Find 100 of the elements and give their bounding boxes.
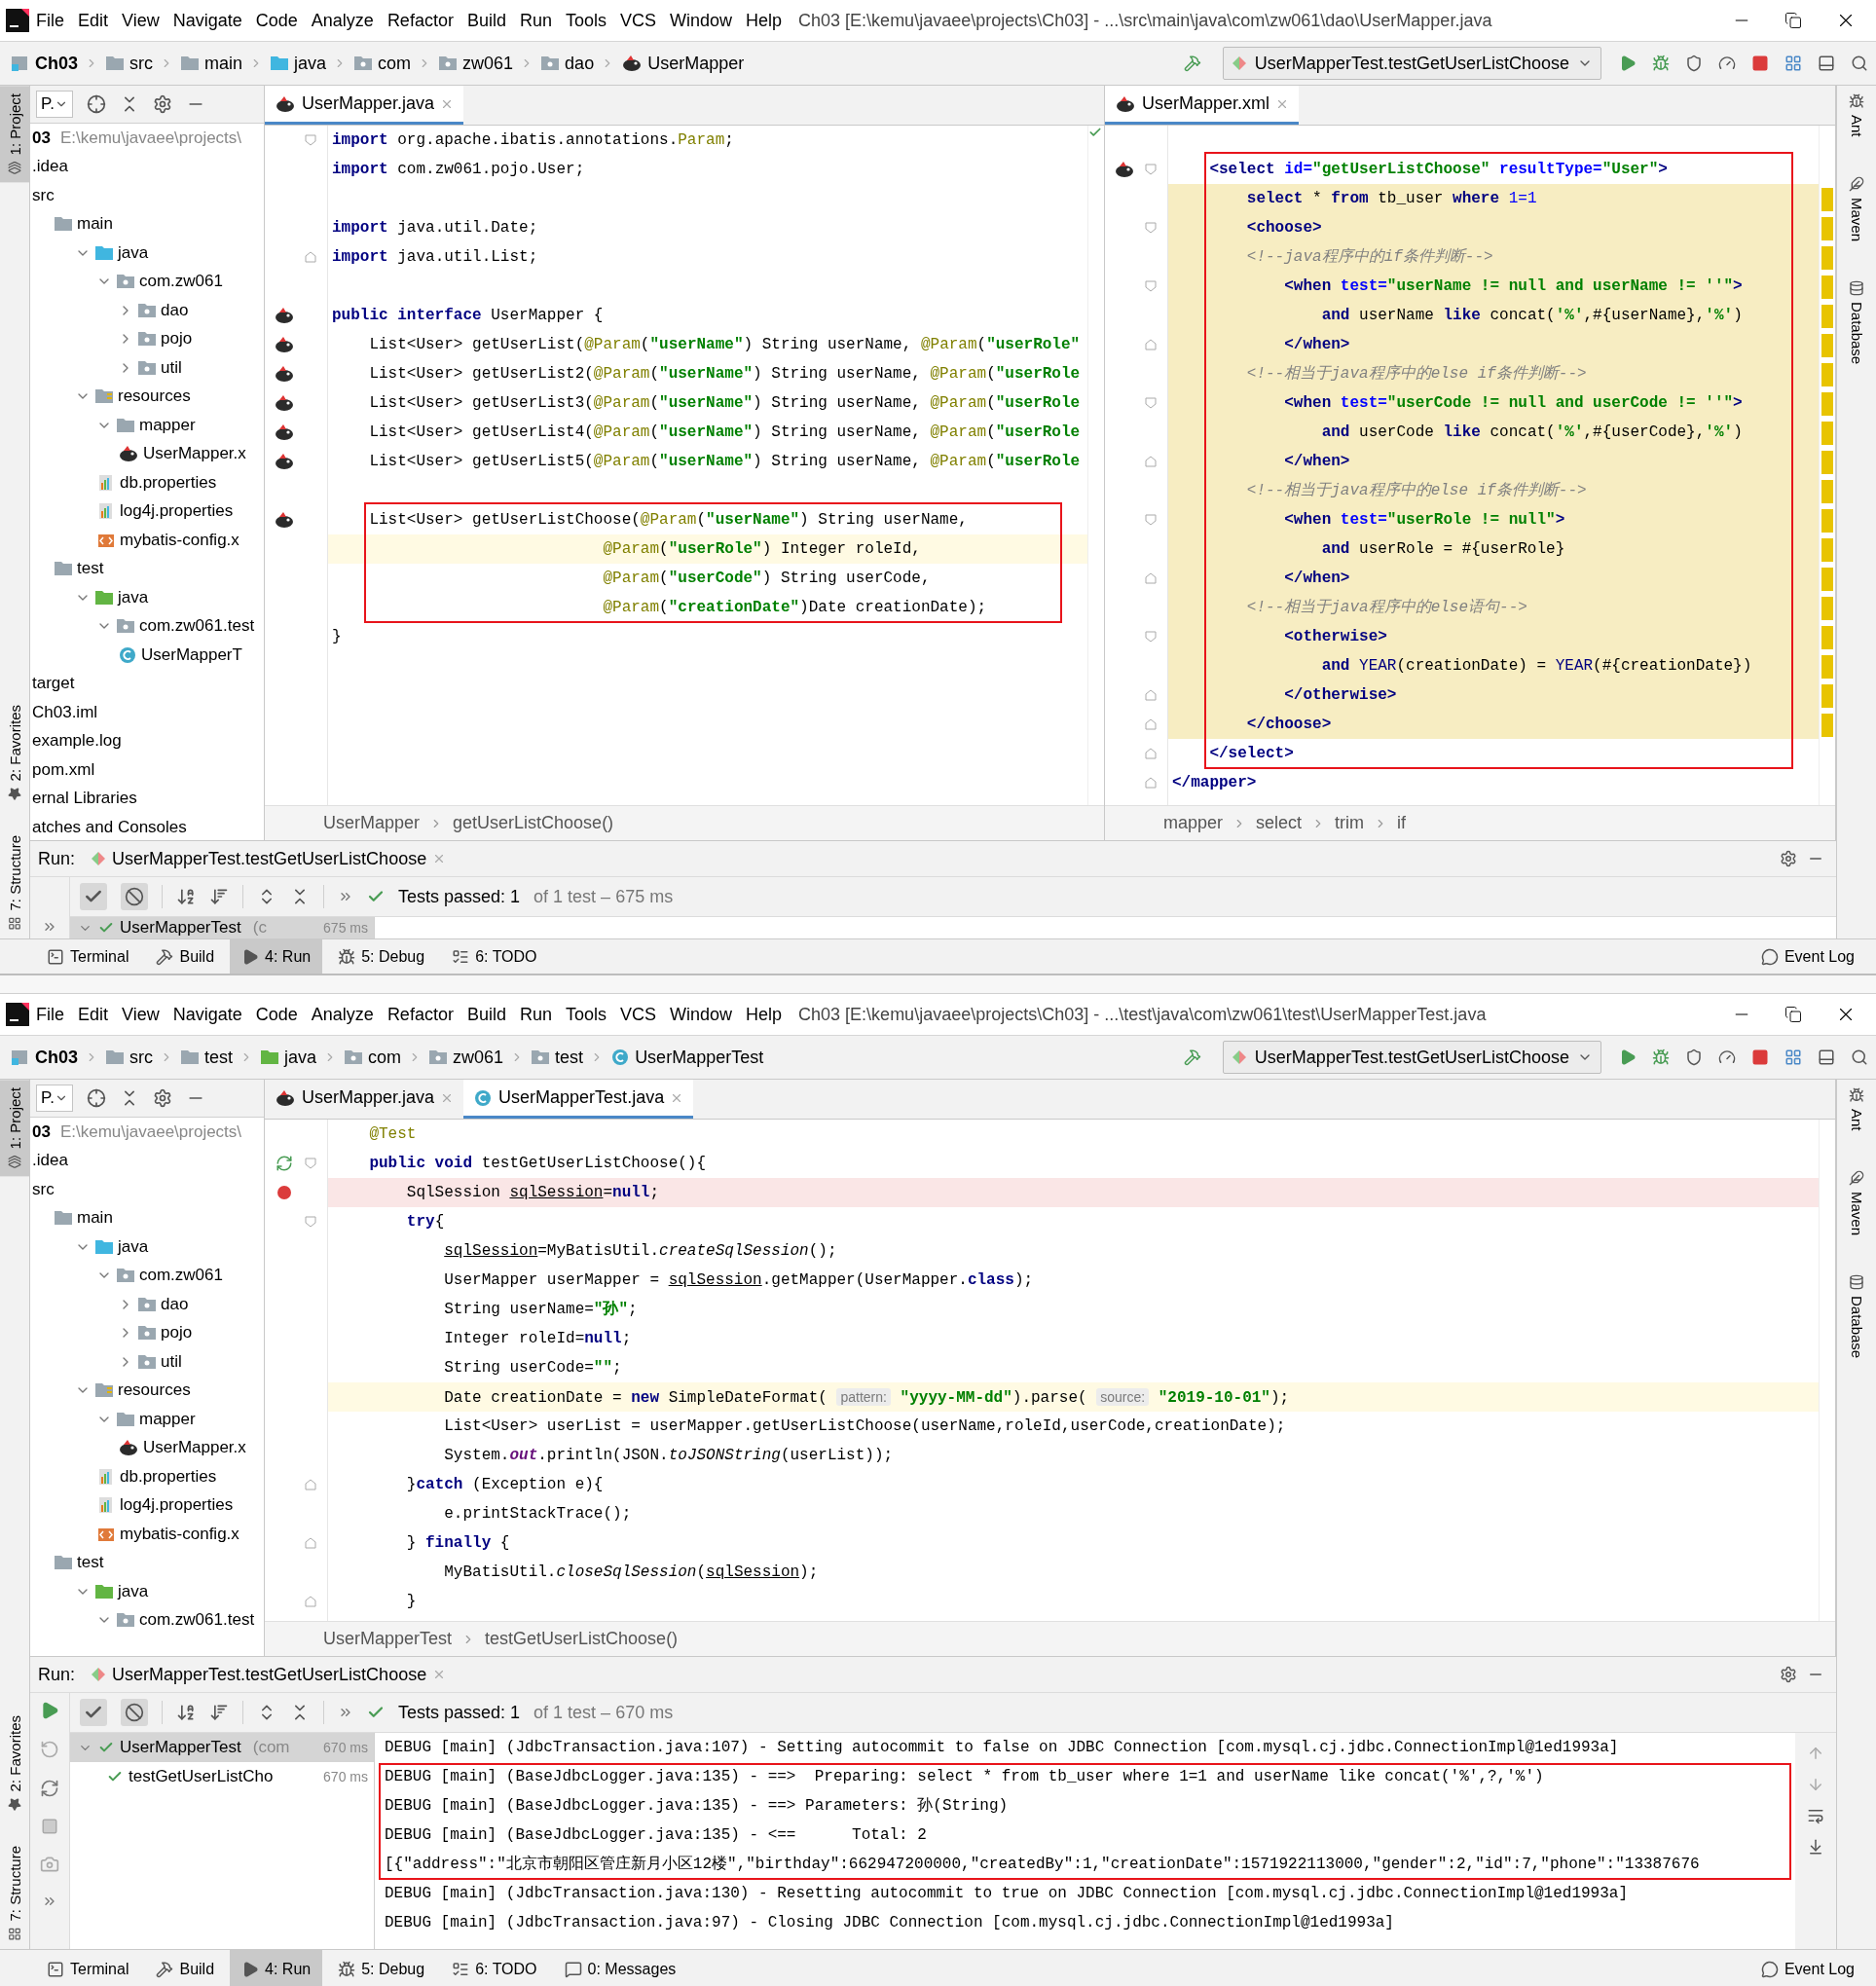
menu-item[interactable]: Run bbox=[512, 10, 559, 31]
tool-window-tab[interactable]: Terminal bbox=[35, 939, 141, 974]
tree-item[interactable]: resources bbox=[30, 1376, 264, 1405]
menu-item[interactable]: Tools bbox=[558, 1004, 613, 1025]
grid-icon[interactable] bbox=[1784, 1048, 1802, 1066]
tree-item[interactable]: java bbox=[30, 583, 264, 612]
menu-item[interactable]: Build bbox=[460, 10, 513, 31]
grid-icon[interactable] bbox=[1784, 55, 1802, 72]
breadcrumb[interactable]: java bbox=[257, 1047, 320, 1068]
tree-item[interactable]: log4j.properties bbox=[30, 1490, 264, 1520]
bug-icon[interactable] bbox=[1652, 55, 1670, 72]
breadcrumb[interactable]: if bbox=[1397, 813, 1407, 833]
tool-window-tab[interactable]: Maven bbox=[1837, 167, 1876, 249]
sort-icon[interactable] bbox=[209, 887, 229, 906]
tree-item[interactable]: Ch03.iml bbox=[30, 698, 264, 727]
tool-window-tab[interactable]: Event Log bbox=[1748, 939, 1866, 974]
menu-item[interactable]: Build bbox=[460, 1004, 513, 1025]
toggle-button[interactable] bbox=[121, 1699, 148, 1726]
editor-tab[interactable]: UserMapper.java bbox=[265, 1080, 464, 1119]
tree-item[interactable]: main bbox=[30, 209, 264, 239]
menu-item[interactable]: Code bbox=[248, 10, 305, 31]
tool-window-tab[interactable]: 4: Run bbox=[230, 1950, 323, 1986]
breadcrumb[interactable]: src bbox=[102, 1047, 156, 1068]
stop-icon[interactable] bbox=[41, 1818, 58, 1835]
tree-item[interactable]: pojo bbox=[30, 1318, 264, 1347]
tool-window-tab[interactable]: Ant bbox=[1837, 86, 1876, 145]
tool-window-tab[interactable]: 7: Structure bbox=[0, 828, 29, 938]
tree-item[interactable]: db.properties bbox=[30, 1462, 264, 1491]
toggle-button[interactable] bbox=[80, 883, 107, 910]
sort-icon[interactable] bbox=[209, 1703, 229, 1722]
breadcrumb[interactable]: test bbox=[177, 1047, 237, 1068]
breadcrumb[interactable]: src bbox=[102, 53, 156, 74]
menu-item[interactable]: File bbox=[29, 10, 71, 31]
scroll-end-icon[interactable] bbox=[1807, 1838, 1824, 1856]
bug-icon[interactable] bbox=[1652, 1048, 1670, 1066]
breadcrumb[interactable]: dao bbox=[537, 53, 598, 74]
tool-window-tab[interactable]: Ant bbox=[1837, 1080, 1876, 1139]
shield-icon[interactable] bbox=[1685, 55, 1703, 72]
run-icon[interactable] bbox=[276, 1155, 293, 1172]
menu-item[interactable]: Edit bbox=[71, 1004, 116, 1025]
tree-item[interactable]: mybatis-config.x bbox=[30, 526, 264, 555]
tool-window-tab[interactable]: Build bbox=[144, 939, 227, 974]
menu-item[interactable]: Refactor bbox=[380, 10, 460, 31]
tree-item[interactable]: dao bbox=[30, 1290, 264, 1319]
tree-item[interactable]: .idea bbox=[30, 152, 264, 181]
breadcrumb[interactable]: com bbox=[341, 1047, 405, 1068]
rerun-icon[interactable] bbox=[40, 1740, 59, 1759]
tree-item[interactable]: src bbox=[30, 1175, 264, 1204]
editor-tab[interactable]: UserMapper.java bbox=[265, 86, 464, 125]
tree-item[interactable]: log4j.properties bbox=[30, 496, 264, 526]
tree-item[interactable]: com.zw061 bbox=[30, 1261, 264, 1290]
restore-icon[interactable] bbox=[1784, 12, 1802, 29]
breadcrumb[interactable]: Ch03 bbox=[8, 53, 81, 74]
tool-window-tab[interactable]: 2: Favorites bbox=[0, 1708, 29, 1820]
test-item[interactable]: testGetUserListCho 670 ms bbox=[70, 1762, 374, 1791]
settings-icon[interactable] bbox=[152, 94, 172, 114]
breadcrumb[interactable]: java bbox=[267, 53, 330, 74]
tree-item[interactable]: src bbox=[30, 181, 264, 210]
breakpoint-icon[interactable] bbox=[275, 1184, 294, 1201]
tool-window-tab[interactable]: 7: Structure bbox=[0, 1838, 29, 1949]
run-configuration[interactable]: UserMapperTest.testGetUserListChoose bbox=[1222, 47, 1601, 80]
window-icon[interactable] bbox=[1818, 55, 1835, 72]
menu-item[interactable]: Run bbox=[512, 1004, 559, 1025]
editor-tab[interactable]: UserMapperTest.java bbox=[463, 1080, 694, 1119]
tool-window-tab[interactable]: 1: Project bbox=[0, 86, 29, 183]
tool-window-tab[interactable]: 5: Debug bbox=[326, 1950, 437, 1986]
menu-item[interactable]: Navigate bbox=[166, 1004, 249, 1025]
menu-item[interactable]: Analyze bbox=[304, 1004, 381, 1025]
window-icon[interactable] bbox=[1818, 1048, 1835, 1066]
crosshair-icon[interactable] bbox=[86, 94, 106, 114]
tree-item[interactable]: atches and Consoles bbox=[30, 813, 264, 840]
menu-item[interactable]: File bbox=[29, 1004, 71, 1025]
settings-icon[interactable] bbox=[152, 1088, 172, 1108]
tree-item[interactable]: mapper bbox=[30, 411, 264, 440]
breadcrumb[interactable]: getUserListChoose() bbox=[453, 813, 614, 833]
tool-window-tab[interactable]: 5: Debug bbox=[326, 939, 437, 974]
menu-item[interactable]: View bbox=[115, 10, 166, 31]
tool-window-tab[interactable]: 4: Run bbox=[230, 939, 323, 974]
menu-item[interactable]: Navigate bbox=[166, 10, 249, 31]
breadcrumb[interactable]: zw061 bbox=[425, 1047, 507, 1068]
tree-item[interactable]: 03 E:\kemu\javaee\projects\ bbox=[30, 1118, 264, 1147]
editor-tab[interactable]: UserMapper.xml bbox=[1105, 86, 1300, 125]
breadcrumb[interactable]: test bbox=[528, 1047, 587, 1068]
toggle-button[interactable] bbox=[121, 883, 148, 910]
hammer-icon[interactable] bbox=[1183, 55, 1201, 72]
tool-window-tab[interactable]: Build bbox=[144, 1950, 227, 1986]
camera-icon[interactable] bbox=[40, 1855, 59, 1874]
breadcrumb[interactable]: UserMapper bbox=[618, 53, 748, 74]
tool-window-tab[interactable]: Maven bbox=[1837, 1161, 1876, 1243]
tool-window-tab[interactable]: 6: TODO bbox=[440, 939, 549, 974]
breadcrumb[interactable]: Ch03 bbox=[8, 1047, 81, 1068]
tree-item[interactable]: mybatis-config.x bbox=[30, 1520, 264, 1549]
tree-item[interactable]: db.properties bbox=[30, 468, 264, 497]
tree-item[interactable]: java bbox=[30, 1577, 264, 1606]
test-item[interactable]: UserMapperTest (com 670 ms bbox=[70, 1733, 374, 1762]
tool-window-tab[interactable]: 0: Messages bbox=[552, 1950, 688, 1986]
tree-item[interactable]: pom.xml bbox=[30, 755, 264, 785]
run-configuration[interactable]: UserMapperTest.testGetUserListChoose bbox=[1222, 1041, 1601, 1074]
tool-window-tab[interactable]: Event Log bbox=[1748, 1950, 1866, 1986]
refresh-icon[interactable] bbox=[40, 1779, 59, 1798]
